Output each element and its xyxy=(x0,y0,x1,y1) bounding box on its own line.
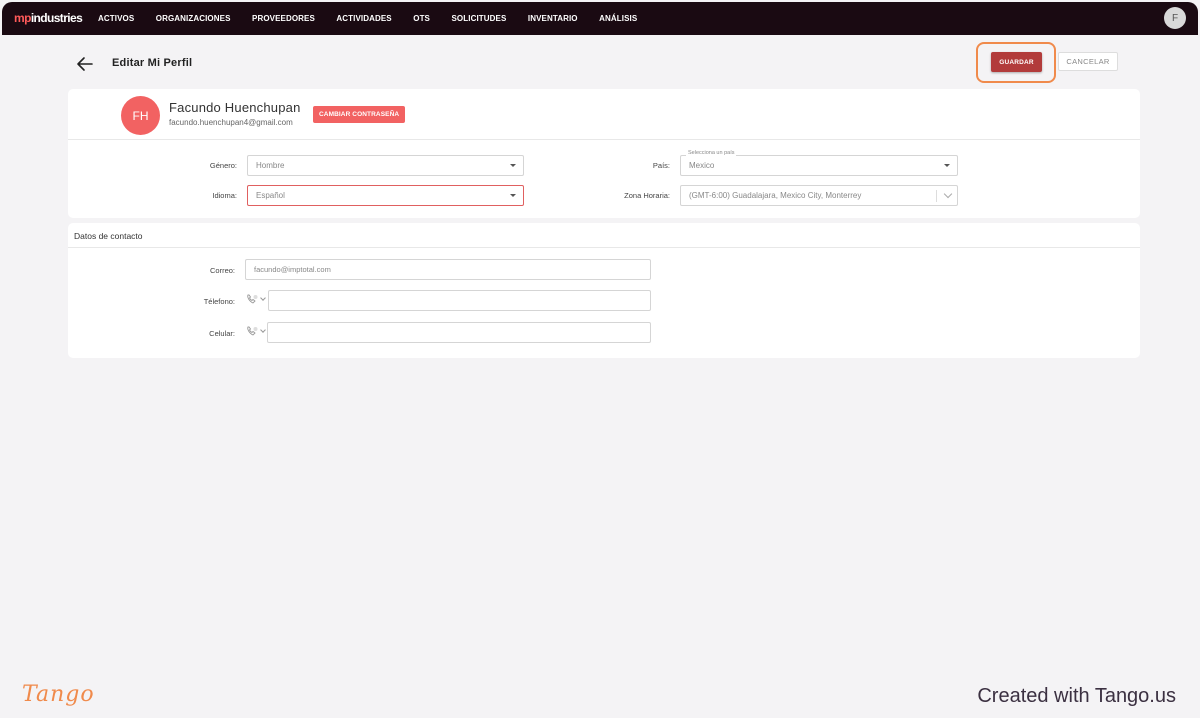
nav-item-organizaciones[interactable]: ORGANIZACIONES xyxy=(156,14,231,23)
chevron-down-icon xyxy=(943,189,953,199)
language-value: Español xyxy=(256,191,285,200)
mobile-input[interactable] xyxy=(267,322,651,343)
mobile-label: Celular: xyxy=(209,329,235,338)
brand-logo[interactable]: mp industries xyxy=(14,11,83,25)
nav-item-activos[interactable]: ACTIVOS xyxy=(98,14,134,23)
country-value: Mexico xyxy=(689,161,715,170)
profile-name: Facundo Huenchupan xyxy=(169,100,301,115)
app-frame: mp industries ACTIVOS ORGANIZACIONES PRO… xyxy=(2,2,1198,716)
top-navbar: mp industries ACTIVOS ORGANIZACIONES PRO… xyxy=(2,2,1198,35)
profile-email: facundo.huenchupan4@gmail.com xyxy=(169,118,293,127)
nav-item-solicitudes[interactable]: SOLICITUDES xyxy=(452,14,507,23)
caret-down-icon xyxy=(944,164,950,167)
nav-item-actividades[interactable]: ACTIVIDADES xyxy=(336,14,391,23)
profile-avatar: FH xyxy=(121,96,160,135)
email-value: facundo@imptotal.com xyxy=(254,265,331,274)
back-arrow-icon[interactable] xyxy=(76,56,94,72)
email-field[interactable]: facundo@imptotal.com xyxy=(245,259,651,280)
country-label: País: xyxy=(652,161,670,170)
gender-value: Hombre xyxy=(256,161,285,170)
timezone-value: (GMT-6:00) Guadalajara, Mexico City, Mon… xyxy=(689,191,862,200)
language-label: Idioma: xyxy=(212,191,237,200)
email-label: Correo: xyxy=(209,266,235,275)
country-float-label: Selecciona un país xyxy=(686,150,737,156)
caret-down-icon xyxy=(510,164,516,167)
tango-logo: Tango xyxy=(22,682,95,707)
chevron-down-icon xyxy=(260,295,266,301)
nav-item-proveedores[interactable]: PROVEEDORES xyxy=(252,14,315,23)
gender-label: Género: xyxy=(209,161,237,170)
phone-icon xyxy=(247,294,258,304)
country-select[interactable]: Mexico xyxy=(680,155,958,176)
contact-section-title: Datos de contacto xyxy=(74,231,143,241)
profile-divider xyxy=(68,139,1140,140)
mobile-country-picker[interactable] xyxy=(246,326,266,336)
phone-country-picker[interactable] xyxy=(246,294,266,304)
chevron-down-icon xyxy=(260,327,266,333)
logo-prefix: mp xyxy=(14,11,31,25)
save-button[interactable]: GUARDAR xyxy=(991,52,1042,72)
phone-icon xyxy=(247,326,258,336)
phone-input[interactable] xyxy=(268,290,651,311)
nav-item-inventario[interactable]: INVENTARIO xyxy=(528,14,578,23)
cancel-button[interactable]: CANCELAR xyxy=(1058,52,1118,71)
user-avatar[interactable]: F xyxy=(1164,7,1186,29)
change-password-button[interactable]: CAMBIAR CONTRASEÑA xyxy=(313,106,406,123)
timezone-separator xyxy=(936,190,937,202)
nav-item-ots[interactable]: OTS xyxy=(413,14,430,23)
timezone-label: Zona Horaria: xyxy=(624,191,670,200)
contact-divider xyxy=(68,247,1140,248)
nav-menu: ACTIVOS ORGANIZACIONES PROVEEDORES ACTIV… xyxy=(98,2,659,35)
nav-item-analisis[interactable]: ANÁLISIS xyxy=(599,14,637,23)
phone-label: Télefono: xyxy=(203,297,235,306)
contact-card: Datos de contacto Correo: facundo@imptot… xyxy=(68,223,1140,358)
profile-card: FH Facundo Huenchupan facundo.huenchupan… xyxy=(68,89,1140,218)
gender-select[interactable]: Hombre xyxy=(247,155,524,176)
logo-suffix: industries xyxy=(30,11,83,25)
language-select[interactable]: Español xyxy=(247,185,524,206)
page-title: Editar Mi Perfil xyxy=(112,57,193,69)
timezone-select[interactable]: (GMT-6:00) Guadalajara, Mexico City, Mon… xyxy=(680,185,958,206)
caret-down-icon xyxy=(510,194,516,197)
tango-credit: Created with Tango.us xyxy=(977,685,1176,707)
